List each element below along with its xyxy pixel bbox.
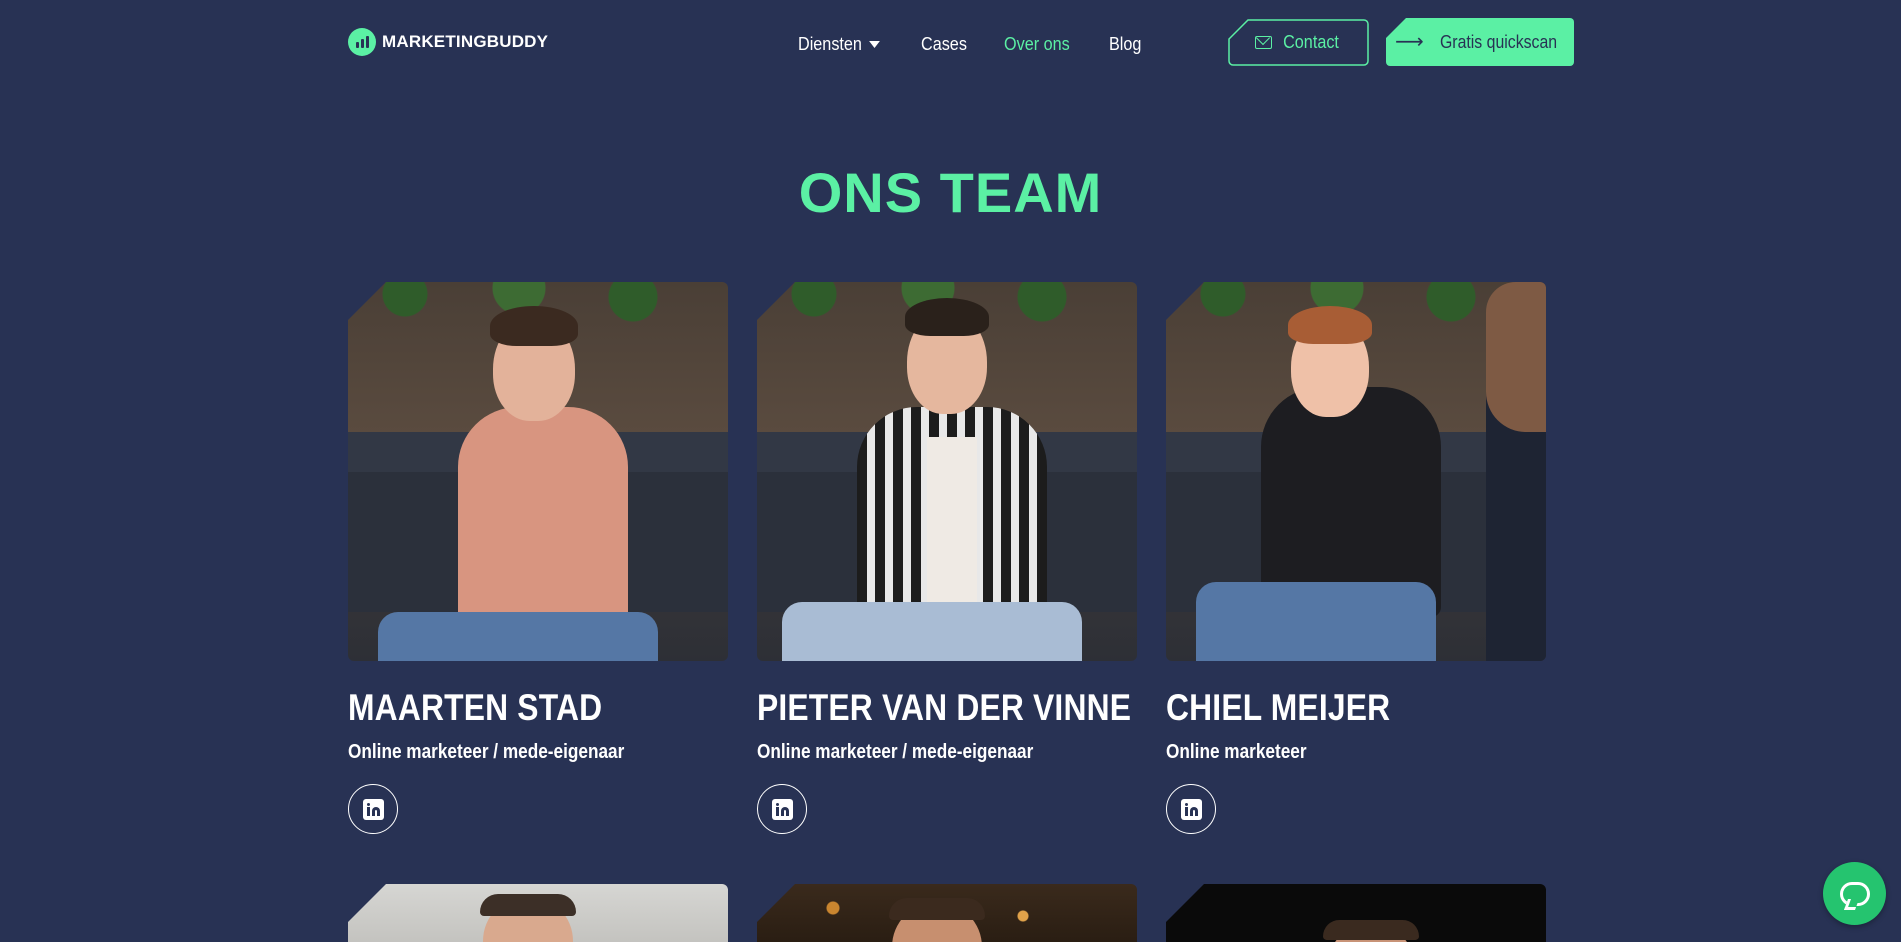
- team-member-name: CHIEL MEIJER: [1166, 687, 1391, 728]
- nav-item-label: Diensten: [798, 33, 862, 54]
- team-member-photo: [348, 884, 728, 942]
- contact-button[interactable]: Contact: [1228, 19, 1369, 66]
- site-logo[interactable]: MARKETINGBUDDY: [348, 28, 548, 56]
- team-member-photo: [1166, 884, 1546, 942]
- linkedin-icon: [1180, 798, 1202, 820]
- logo-icon: [348, 28, 376, 56]
- linkedin-icon: [362, 798, 384, 820]
- linkedin-button[interactable]: [1166, 784, 1216, 834]
- team-member-card: PIETER VAN DER VINNE Online marketeer / …: [757, 282, 1137, 834]
- main-nav: Diensten Cases Over ons Blog: [798, 30, 1145, 58]
- nav-item-label: Over ons: [1004, 33, 1070, 54]
- team-member-role: Online marketeer: [1166, 741, 1307, 763]
- team-member-role: Online marketeer / mede-eigenaar: [348, 741, 625, 763]
- logo-text: MARKETINGBUDDY: [382, 32, 549, 51]
- section-title: ONS TEAM: [798, 161, 1103, 224]
- linkedin-button[interactable]: [757, 784, 807, 834]
- chat-bubble-icon: [1839, 881, 1870, 906]
- linkedin-icon: [771, 798, 793, 820]
- team-member-photo: [348, 282, 728, 661]
- nav-item-label: Cases: [921, 33, 967, 54]
- team-member-name: PIETER VAN DER VINNE: [757, 687, 1132, 728]
- team-member-name: MAARTEN STAD: [348, 687, 603, 728]
- nav-item-blog[interactable]: Blog: [1109, 34, 1141, 55]
- chevron-down-icon: [869, 40, 880, 48]
- quickscan-button-label: Gratis quickscan: [1439, 31, 1557, 52]
- team-member-card: CHIEL MEIJER Online marketeer: [1166, 282, 1546, 834]
- team-member-photo: [1166, 282, 1546, 661]
- nav-item-cases[interactable]: Cases: [921, 34, 967, 55]
- contact-button-label: Contact: [1283, 32, 1339, 52]
- nav-item-label: Blog: [1109, 33, 1142, 54]
- site-header: MARKETINGBUDDY Diensten Cases Over ons B…: [0, 0, 1901, 90]
- nav-item-diensten[interactable]: Diensten: [798, 34, 880, 55]
- team-member-role: Online marketeer / mede-eigenaar: [757, 741, 1034, 763]
- team-member-card: MAARTEN STAD Online marketeer / mede-eig…: [348, 282, 728, 834]
- chat-widget-button[interactable]: [1823, 862, 1886, 925]
- arrow-right-icon: ⟶: [1395, 31, 1424, 53]
- team-member-photo: [757, 282, 1137, 661]
- quickscan-button[interactable]: ⟶ Gratis quickscan: [1386, 18, 1574, 66]
- linkedin-button[interactable]: [348, 784, 398, 834]
- nav-item-over-ons[interactable]: Over ons: [1004, 34, 1070, 55]
- team-member-photo: [757, 884, 1137, 942]
- mail-icon: [1254, 36, 1272, 49]
